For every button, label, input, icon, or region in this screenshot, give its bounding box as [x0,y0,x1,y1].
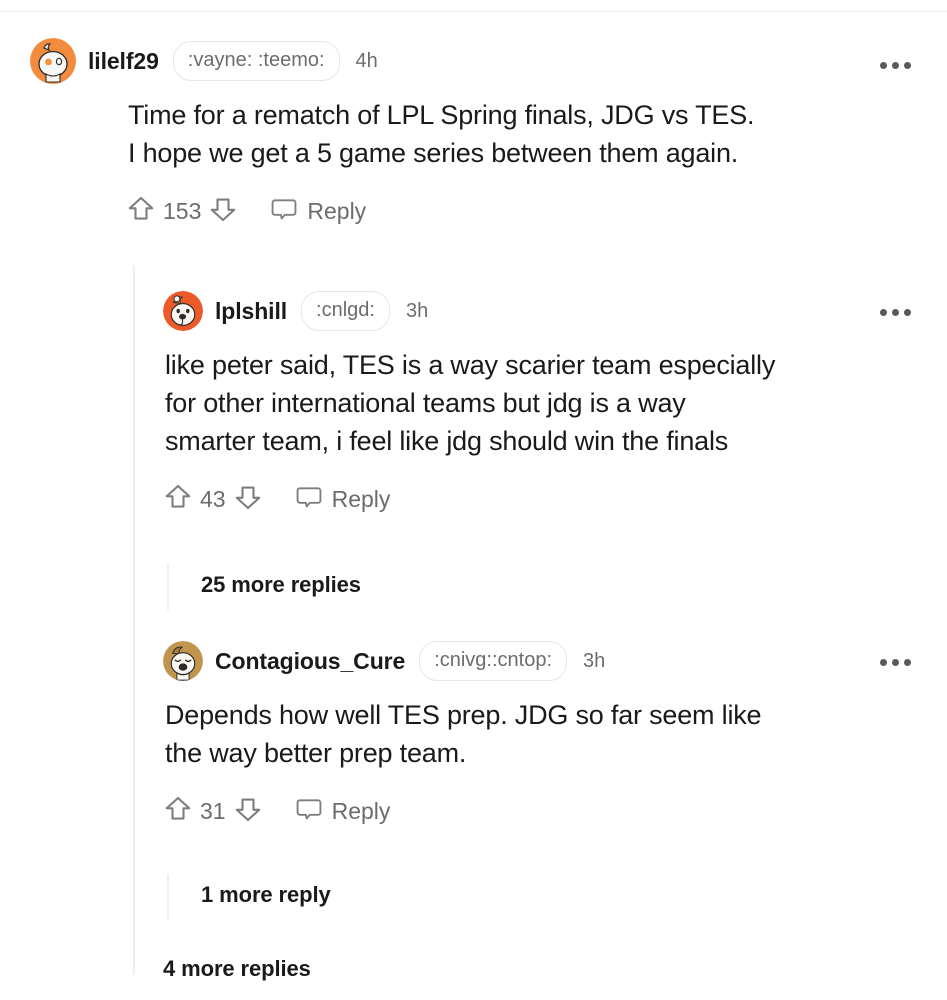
upvote-arrow-icon[interactable] [126,194,156,229]
comment-3-reply-label: Reply [331,798,391,824]
downvote-arrow-icon[interactable] [233,794,263,829]
reply-bubble-icon [295,483,323,516]
comment-3-body: Depends how well TES prep. JDG so far se… [165,700,762,768]
more-replies-3[interactable]: 4 more replies [163,956,311,982]
comment-3-overflow-menu-icon[interactable] [880,659,911,666]
upvote-arrow-icon[interactable] [163,482,193,517]
comment-2-score: 43 [200,486,226,512]
comment-2-actions: 43 Reply [163,482,923,517]
comment-1-timestamp: 4h [355,49,378,72]
comment-2-body: like peter said, TES is a way scarier te… [165,350,776,456]
comment-3-reply-button[interactable]: Reply [295,795,391,828]
comment-1-overflow-menu-icon[interactable] [880,62,911,69]
more-replies-2[interactable]: 1 more reply [201,882,331,908]
comment-2-username[interactable]: lplshill [215,298,287,325]
comment-2-header: lplshill :cnlgd: 3h [163,288,923,334]
comment-3-username[interactable]: Contagious_Cure [215,648,405,675]
upvote-arrow-icon[interactable] [163,794,193,829]
comment-3-actions: 31 Reply [163,794,923,829]
thread-line-more-replies-2[interactable] [167,874,169,920]
comment-3-flair[interactable]: :cnivg::cntop: [419,641,568,681]
comment-3-score: 31 [200,798,226,824]
comment-1-reply-label: Reply [307,198,367,224]
avatar[interactable] [30,38,76,84]
comment-1-actions: 153 Reply [126,194,920,229]
comment-2-timestamp: 3h [405,299,429,322]
comment-1-username[interactable]: lilelf29 [88,48,159,75]
top-divider [0,11,947,12]
comment-3: Contagious_Cure :cnivg::cntop: 3h Depend… [163,638,923,829]
comment-1-score: 153 [163,198,202,224]
comment-1-header: lilelf29 :vayne: :teemo: 4h [30,38,920,84]
comment-3-timestamp: 3h [583,649,606,672]
thread-line-more-replies-1[interactable] [167,564,169,610]
comment-2: lplshill :cnlgd: 3h like peter said, TES… [163,288,923,517]
downvote-arrow-icon[interactable] [208,194,238,229]
comment-1-flair[interactable]: :vayne: :teemo: [172,41,340,81]
comment-1-vote-group: 153 [126,194,238,229]
comment-1: lilelf29 :vayne: :teemo: 4h Time for a r… [30,38,920,229]
reply-bubble-icon [270,195,298,228]
downvote-arrow-icon[interactable] [233,482,263,517]
comment-3-vote-group: 31 [163,794,263,829]
comment-1-body: Time for a rematch of LPL Spring finals,… [128,100,755,168]
more-replies-1[interactable]: 25 more replies [201,572,361,598]
avatar[interactable] [163,291,203,331]
comment-2-vote-group: 43 [163,482,263,517]
comment-thread-page: lilelf29 :vayne: :teemo: 4h Time for a r… [0,0,947,1000]
comment-2-reply-button[interactable]: Reply [295,483,391,516]
avatar[interactable] [163,641,203,681]
reply-bubble-icon [295,795,323,828]
comment-2-reply-label: Reply [331,486,391,512]
comment-3-header: Contagious_Cure :cnivg::cntop: 3h [163,638,923,684]
comment-2-flair[interactable]: :cnlgd: [301,291,390,331]
comment-1-reply-button[interactable]: Reply [270,195,366,228]
comment-2-overflow-menu-icon[interactable] [880,309,911,316]
thread-line-depth-1[interactable] [133,265,135,975]
